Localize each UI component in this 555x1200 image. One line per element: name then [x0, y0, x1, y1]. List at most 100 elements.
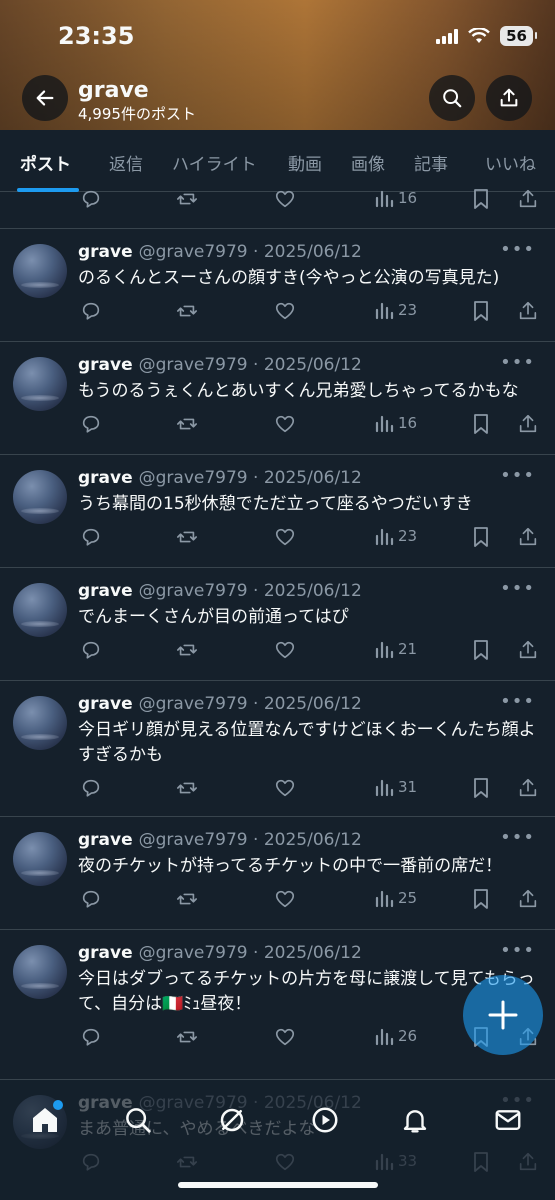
post-item[interactable]: grave @grave7979 · 2025/06/12 ••• もうのるうぇく…	[0, 342, 555, 455]
like-button[interactable]	[274, 777, 296, 799]
like-button[interactable]	[274, 300, 296, 322]
repost-button[interactable]	[175, 1026, 199, 1048]
like-button[interactable]	[274, 1026, 296, 1048]
post-share-button[interactable]	[517, 888, 539, 910]
avatar[interactable]	[13, 470, 67, 524]
post-share-button[interactable]	[517, 413, 539, 435]
post-text: 夜のチケットが持ってるチケットの中で一番前の席だ！	[78, 856, 503, 876]
bookmark-button[interactable]	[471, 888, 491, 910]
post-share-button[interactable]	[517, 300, 539, 322]
avatar[interactable]	[13, 357, 67, 411]
analytics-icon	[375, 779, 394, 797]
more-options-button[interactable]: •••	[500, 352, 535, 373]
back-button[interactable]	[22, 75, 68, 121]
views-button[interactable]: 23	[374, 300, 417, 320]
heart-icon	[275, 528, 295, 546]
reply-button[interactable]	[80, 777, 102, 799]
bookmark-button[interactable]	[471, 413, 491, 435]
more-options-button[interactable]: •••	[500, 465, 535, 486]
share-button[interactable]	[486, 75, 532, 121]
bookmark-button[interactable]	[471, 777, 491, 799]
search-button[interactable]	[429, 75, 475, 121]
nav-notifications[interactable]	[395, 1100, 435, 1140]
reply-button[interactable]	[80, 300, 102, 322]
author-name[interactable]: grave	[78, 694, 133, 714]
author-name[interactable]: grave	[78, 468, 133, 488]
repost-button[interactable]	[175, 888, 199, 910]
post-share-button[interactable]	[517, 188, 539, 210]
like-button[interactable]	[274, 639, 296, 661]
tab-highlights[interactable]: ハイライト	[172, 150, 257, 175]
analytics-icon	[375, 190, 394, 208]
post-share-button[interactable]	[517, 526, 539, 548]
tab-videos[interactable]: 動画	[288, 150, 322, 175]
post-meta: grave@grave7979 · 2025/06/12	[78, 355, 362, 375]
tab-articles[interactable]: 記事	[414, 150, 448, 175]
compose-button[interactable]	[463, 975, 543, 1055]
more-options-button[interactable]: •••	[500, 239, 535, 260]
more-options-button[interactable]: •••	[500, 940, 535, 961]
avatar[interactable]	[13, 945, 67, 999]
post-item[interactable]: grave @grave7979 · 2025/06/12 ••• うち幕間の15…	[0, 455, 555, 568]
avatar[interactable]	[13, 583, 67, 637]
tab-replies[interactable]: 返信	[109, 150, 143, 175]
like-button[interactable]	[274, 188, 296, 210]
like-button[interactable]	[274, 413, 296, 435]
reply-button[interactable]	[80, 639, 102, 661]
repost-button[interactable]	[175, 777, 199, 799]
reply-button[interactable]	[80, 526, 102, 548]
views-button[interactable]: 16	[374, 413, 417, 433]
views-button[interactable]: 23	[374, 526, 417, 546]
bookmark-button[interactable]	[471, 639, 491, 661]
repost-button[interactable]	[175, 639, 199, 661]
reply-button[interactable]	[80, 888, 102, 910]
bookmark-button[interactable]	[471, 526, 491, 548]
like-button[interactable]	[274, 888, 296, 910]
avatar[interactable]	[13, 696, 67, 750]
reply-button[interactable]	[80, 413, 102, 435]
nav-media[interactable]	[305, 1100, 345, 1140]
tab-images[interactable]: 画像	[351, 150, 385, 175]
nav-search[interactable]	[118, 1100, 158, 1140]
post-item[interactable]: grave @grave7979 · 2025/06/12 ••• 夜のチケットが…	[0, 817, 555, 930]
post-item[interactable]: grave @grave7979 · 2025/06/12 ••• 今日ギリ顔が見…	[0, 681, 555, 817]
bookmark-button[interactable]	[471, 188, 491, 210]
more-options-button[interactable]: •••	[500, 827, 535, 848]
tab-likes[interactable]: いいね	[485, 150, 536, 175]
repost-button[interactable]	[175, 188, 199, 210]
heart-icon	[275, 890, 295, 908]
views-button[interactable]: 31	[374, 777, 417, 797]
views-button[interactable]: 26	[374, 1026, 417, 1046]
author-handle-date: @grave7979 · 2025/06/12	[138, 943, 362, 963]
post-item[interactable]: grave @grave7979 · 2025/06/12 ••• のるくんとスー…	[0, 229, 555, 342]
repost-button[interactable]	[175, 413, 199, 435]
reply-button[interactable]	[80, 188, 102, 210]
author-name[interactable]: grave	[78, 242, 133, 262]
author-name[interactable]: grave	[78, 830, 133, 850]
heart-icon	[275, 190, 295, 208]
nav-home[interactable]	[25, 1100, 65, 1140]
post-meta: grave@grave7979 · 2025/06/12	[78, 943, 362, 963]
author-name[interactable]: grave	[78, 581, 133, 601]
author-name[interactable]: grave	[78, 943, 133, 963]
views-button[interactable]: 21	[374, 639, 417, 659]
post-share-button[interactable]	[517, 777, 539, 799]
repost-button[interactable]	[175, 300, 199, 322]
repost-button[interactable]	[175, 526, 199, 548]
post-item[interactable]: 16	[0, 189, 555, 229]
nav-grok[interactable]	[212, 1100, 252, 1140]
more-options-button[interactable]: •••	[500, 691, 535, 712]
like-button[interactable]	[274, 526, 296, 548]
tab-posts[interactable]: ポスト	[20, 150, 71, 175]
bookmark-button[interactable]	[471, 300, 491, 322]
post-share-button[interactable]	[517, 639, 539, 661]
reply-button[interactable]	[80, 1026, 102, 1048]
nav-messages[interactable]	[488, 1100, 528, 1140]
post-item[interactable]: grave @grave7979 · 2025/06/12 ••• でんまーくさん…	[0, 568, 555, 681]
more-options-button[interactable]: •••	[500, 578, 535, 599]
author-name[interactable]: grave	[78, 355, 133, 375]
avatar[interactable]	[13, 244, 67, 298]
views-button[interactable]: 16	[374, 188, 417, 208]
avatar[interactable]	[13, 832, 67, 886]
views-button[interactable]: 25	[374, 888, 417, 908]
